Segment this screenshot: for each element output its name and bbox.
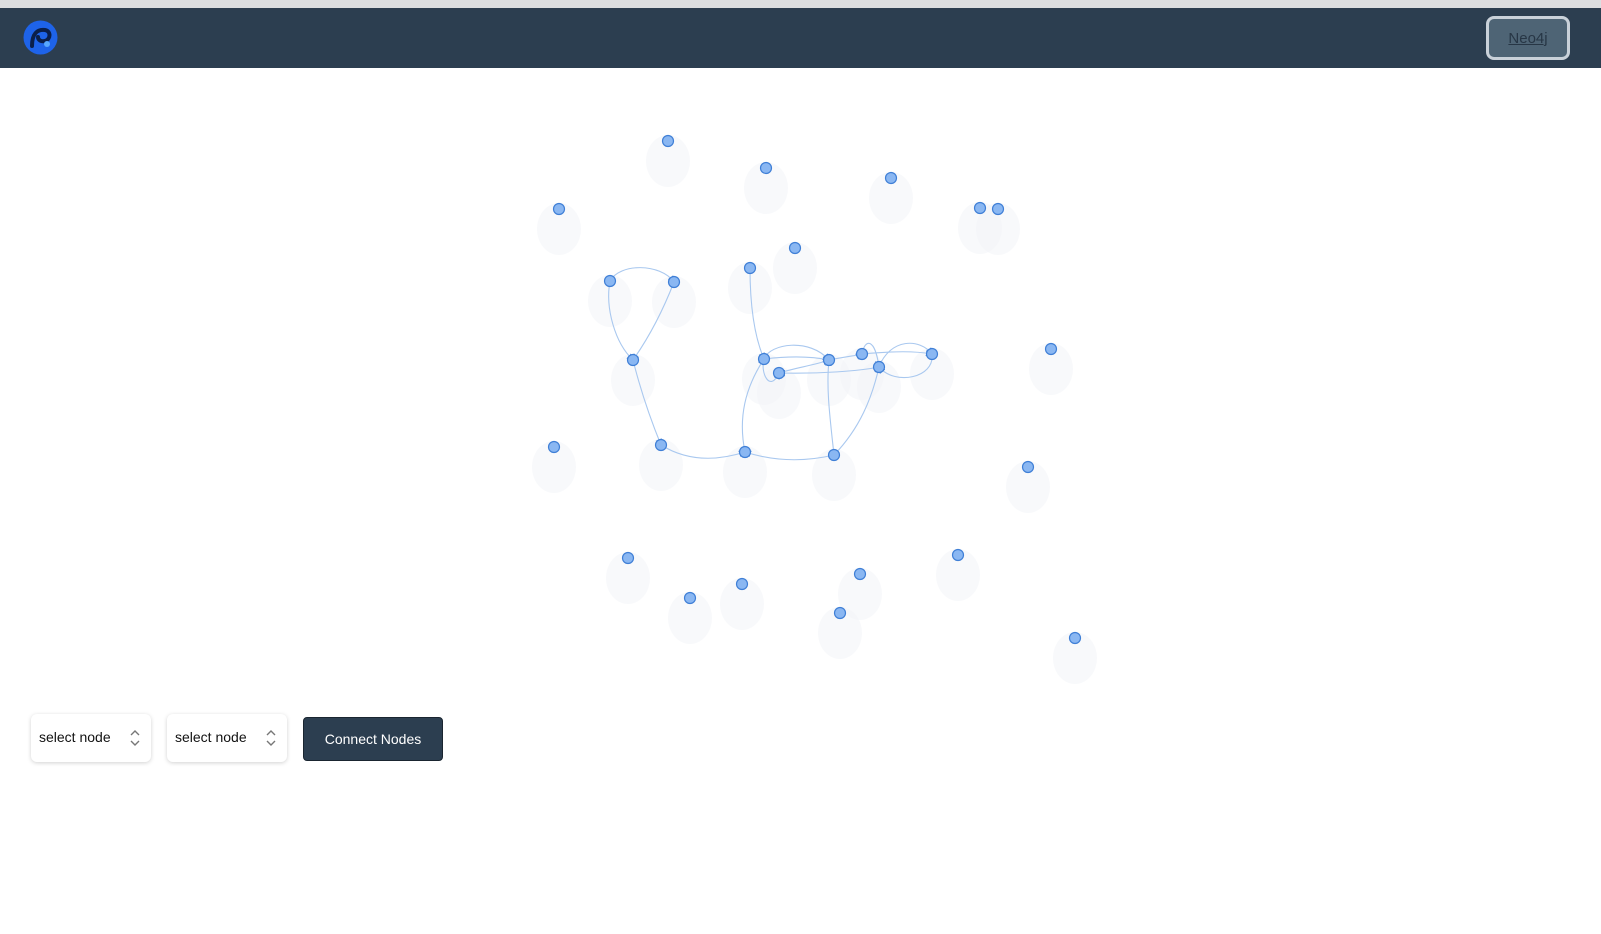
connect-nodes-button[interactable]: Connect Nodes — [303, 717, 443, 761]
graph-node[interactable] — [621, 551, 635, 565]
graph-node[interactable] — [925, 347, 939, 361]
graph-node[interactable] — [772, 366, 786, 380]
graph-edges — [532, 135, 1097, 684]
graph-node[interactable] — [788, 241, 802, 255]
graph-node[interactable] — [743, 261, 757, 275]
graph-node[interactable] — [603, 274, 617, 288]
graph-node[interactable] — [884, 171, 898, 185]
graph-node[interactable] — [833, 606, 847, 620]
graph-node[interactable] — [738, 445, 752, 459]
graph-node[interactable] — [872, 360, 886, 374]
chevron-up-down-icon — [266, 730, 276, 746]
target-node-select-value: select node — [175, 729, 247, 745]
graph-node[interactable] — [661, 134, 675, 148]
graph-node[interactable] — [547, 440, 561, 454]
graph-canvas[interactable] — [0, 68, 1601, 708]
graph-node[interactable] — [757, 352, 771, 366]
graph-node[interactable] — [822, 353, 836, 367]
graph-node[interactable] — [626, 353, 640, 367]
graph-node[interactable] — [973, 201, 987, 215]
target-node-select[interactable]: select node — [167, 714, 287, 762]
browser-top-strip — [0, 0, 1601, 8]
graph-node[interactable] — [654, 438, 668, 452]
chevron-up-down-icon — [130, 730, 140, 746]
graph-node[interactable] — [735, 577, 749, 591]
navbar: Neo4j — [0, 8, 1601, 68]
source-node-select[interactable]: select node — [31, 714, 151, 762]
graph-node[interactable] — [827, 448, 841, 462]
graph-node[interactable] — [683, 591, 697, 605]
graph-node[interactable] — [855, 347, 869, 361]
graph-node[interactable] — [1068, 631, 1082, 645]
graph-node[interactable] — [552, 202, 566, 216]
graph-node[interactable] — [759, 161, 773, 175]
graph-node[interactable] — [667, 275, 681, 289]
source-node-select-value: select node — [39, 729, 111, 745]
graph-node[interactable] — [1044, 342, 1058, 356]
app-logo-icon[interactable] — [23, 20, 58, 55]
graph-node[interactable] — [991, 202, 1005, 216]
graph-node[interactable] — [853, 567, 867, 581]
neo4j-button[interactable]: Neo4j — [1486, 16, 1570, 60]
graph-svg — [532, 134, 1097, 684]
graph-node[interactable] — [951, 548, 965, 562]
graph-node[interactable] — [1021, 460, 1035, 474]
